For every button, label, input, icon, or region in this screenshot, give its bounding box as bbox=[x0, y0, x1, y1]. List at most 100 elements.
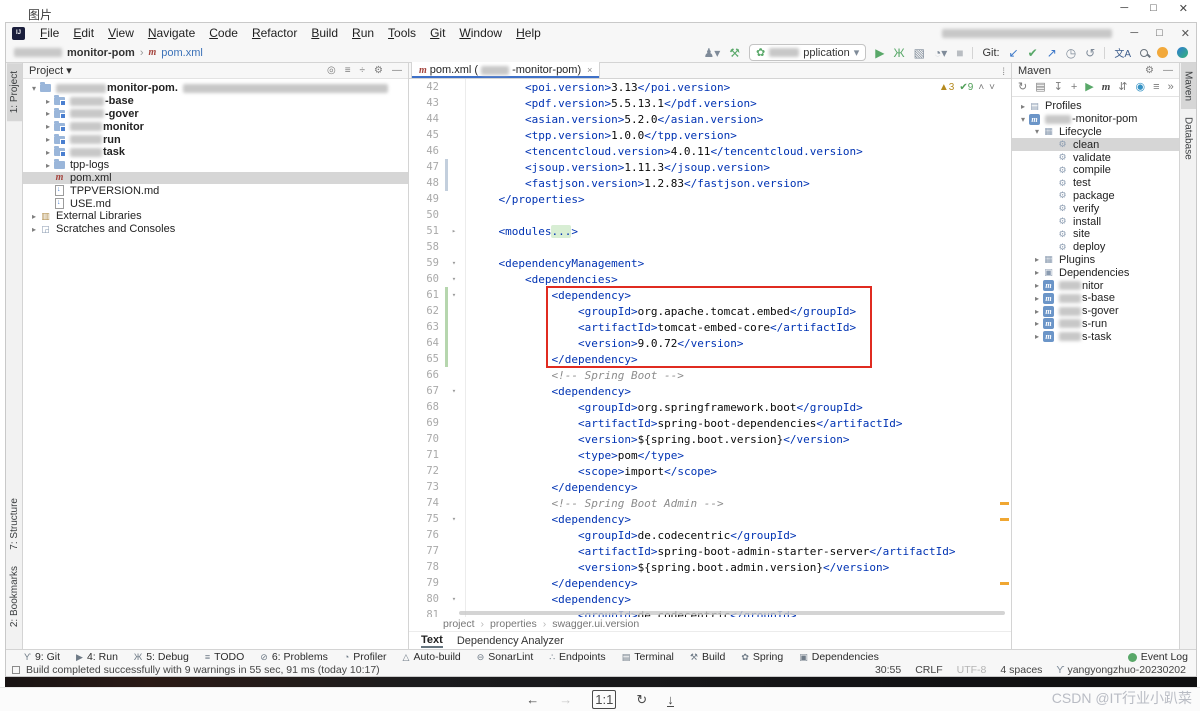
maven-tree-item-s-run[interactable]: ▸ms-run bbox=[1012, 318, 1179, 331]
tool-button-9-git[interactable]: ϒ9: Git bbox=[24, 651, 60, 663]
chevron-right-icon[interactable]: ▸ bbox=[43, 109, 53, 118]
project-tree-item-scratches-and-consoles[interactable]: ▸◲Scratches and Consoles bbox=[23, 223, 408, 236]
maven-tree-item-profiles[interactable]: ▸▤Profiles bbox=[1012, 100, 1179, 113]
fold-marker-icon[interactable]: ▸ bbox=[448, 227, 460, 235]
code-line-63[interactable]: 63 <artifactId>tomcat-embed-core</artifa… bbox=[409, 319, 1011, 335]
inspection-widget[interactable]: ▲3 ✔9 ˄ ˅ bbox=[939, 82, 995, 93]
chevron-down-icon[interactable]: ▾ bbox=[29, 84, 39, 93]
translate-icon[interactable]: 文A bbox=[1114, 45, 1131, 60]
code-line-62[interactable]: 62 <groupId>org.apache.tomcat.embed</gro… bbox=[409, 303, 1011, 319]
chevron-right-icon[interactable]: ▸ bbox=[1032, 255, 1042, 264]
chevron-right-icon[interactable]: ▸ bbox=[1032, 268, 1042, 277]
git-push-button[interactable]: ↗ bbox=[1047, 46, 1057, 60]
project-tree-item-monitor-pom-[interactable]: ▾monitor-pom. bbox=[23, 82, 408, 95]
breadcrumb-project[interactable]: monitor-pom bbox=[67, 47, 135, 59]
photos-close-button[interactable]: ✕ bbox=[1179, 2, 1188, 15]
run-button[interactable]: ▶ bbox=[875, 46, 884, 60]
menu-refactor[interactable]: Refactor bbox=[245, 24, 304, 42]
line-ending-indicator[interactable]: CRLF bbox=[915, 664, 942, 676]
run-configuration-select[interactable]: ✿ pplication ▾ bbox=[749, 44, 866, 61]
plugin-orange-icon[interactable] bbox=[1157, 47, 1168, 58]
code-line-60[interactable]: 60▾ <dependencies> bbox=[409, 271, 1011, 287]
chevron-down-icon[interactable]: ▾ bbox=[1032, 127, 1042, 136]
code-line-66[interactable]: 66 <!-- Spring Boot --> bbox=[409, 367, 1011, 383]
maven-tree-item-install[interactable]: ⚙install bbox=[1012, 215, 1179, 228]
tool-tab-database[interactable]: Database bbox=[1181, 109, 1196, 168]
code-line-45[interactable]: 45 <tpp.version>1.0.0</tpp.version> bbox=[409, 127, 1011, 143]
maven-tree-item-compile[interactable]: ⚙compile bbox=[1012, 164, 1179, 177]
horizontal-scrollbar[interactable] bbox=[459, 611, 1005, 615]
tool-tab-maven[interactable]: Maven bbox=[1181, 63, 1196, 109]
photos-back-icon[interactable]: ← bbox=[526, 693, 539, 706]
rotate-icon[interactable]: ↻ bbox=[636, 693, 647, 706]
caret-position[interactable]: 30:55 bbox=[875, 664, 901, 676]
fold-marker-icon[interactable]: ▾ bbox=[448, 291, 460, 299]
plugin-gradient-icon[interactable] bbox=[1177, 47, 1188, 58]
code-line-64[interactable]: 64 <version>9.0.72</version> bbox=[409, 335, 1011, 351]
code-line-67[interactable]: 67▾ <dependency> bbox=[409, 383, 1011, 399]
tool-button-dependencies[interactable]: ▣Dependencies bbox=[799, 651, 879, 663]
editor-breadcrumb-swagger-ui-version[interactable]: swagger.ui.version bbox=[552, 618, 639, 630]
git-branch-indicator[interactable]: ϒ yangyongzhuo-20230202 bbox=[1056, 664, 1186, 676]
project-header-icon-2[interactable]: ÷ bbox=[360, 65, 366, 76]
breadcrumb-file[interactable]: pom.xml bbox=[161, 47, 203, 59]
menu-build[interactable]: Build bbox=[304, 24, 345, 42]
tool-button-todo[interactable]: ≡TODO bbox=[205, 651, 244, 663]
maven-tree-item-lifecycle[interactable]: ▾▦Lifecycle bbox=[1012, 126, 1179, 139]
maven-tree-item-plugins[interactable]: ▸▦Plugins bbox=[1012, 254, 1179, 267]
project-tree-item-use-md[interactable]: USE.md bbox=[23, 197, 408, 210]
code-line-73[interactable]: 73 </dependency> bbox=[409, 479, 1011, 495]
editor-view-tab-dependency-analyzer[interactable]: Dependency Analyzer bbox=[457, 635, 564, 647]
code-line-65[interactable]: 65 </dependency> bbox=[409, 351, 1011, 367]
project-tree-item-pom-xml[interactable]: mpom.xml bbox=[23, 172, 408, 185]
fold-marker-icon[interactable]: ▾ bbox=[448, 595, 460, 603]
menu-tools[interactable]: Tools bbox=[381, 24, 423, 42]
maven-toolbar-icon-1[interactable]: ▤ bbox=[1035, 82, 1045, 93]
code-line-49[interactable]: 49 </properties> bbox=[409, 191, 1011, 207]
chevron-right-icon[interactable]: ▸ bbox=[29, 225, 39, 234]
project-tree-item-external-libraries[interactable]: ▸▥External Libraries bbox=[23, 210, 408, 223]
code-line-42[interactable]: 42 <poi.version>3.13</poi.version> bbox=[409, 79, 1011, 95]
indent-indicator[interactable]: 4 spaces bbox=[1000, 664, 1042, 676]
maven-tree-item-clean[interactable]: ⚙clean bbox=[1012, 138, 1179, 151]
tool-button-build[interactable]: ⚒Build bbox=[690, 651, 725, 663]
photos-minimize-button[interactable]: ─ bbox=[1120, 2, 1128, 15]
maven-tree-item-validate[interactable]: ⚙validate bbox=[1012, 151, 1179, 164]
project-header-icon-4[interactable]: — bbox=[392, 65, 402, 76]
save-download-icon[interactable]: ↓ bbox=[667, 693, 674, 707]
chevron-right-icon[interactable]: ▸ bbox=[43, 148, 53, 157]
maven-toolbar-icon-5[interactable]: m bbox=[1102, 82, 1111, 93]
search-everywhere-icon[interactable] bbox=[1140, 49, 1148, 57]
build-status-message[interactable]: Build completed successfully with 9 warn… bbox=[26, 664, 380, 676]
maven-toolbar-icon-4[interactable]: ▶ bbox=[1085, 82, 1093, 93]
code-line-43[interactable]: 43 <pdf.version>5.5.13.1</pdf.version> bbox=[409, 95, 1011, 111]
chevron-right-icon[interactable]: ▸ bbox=[43, 122, 53, 131]
tool-button-profiler[interactable]: ◔Profiler bbox=[344, 651, 387, 663]
code-line-72[interactable]: 72 <scope>import</scope> bbox=[409, 463, 1011, 479]
project-tree-item--base[interactable]: ▸-base bbox=[23, 95, 408, 108]
maven-tree-item-dependencies[interactable]: ▸▣Dependencies bbox=[1012, 266, 1179, 279]
code-line-69[interactable]: 69 <artifactId>spring-boot-dependencies<… bbox=[409, 415, 1011, 431]
maven-tree-item-site[interactable]: ⚙site bbox=[1012, 228, 1179, 241]
chevron-right-icon[interactable]: ▸ bbox=[1032, 319, 1042, 328]
code-line-61[interactable]: 61▾ <dependency> bbox=[409, 287, 1011, 303]
photos-maximize-button[interactable]: □ bbox=[1150, 2, 1157, 15]
code-line-50[interactable]: 50 bbox=[409, 207, 1011, 223]
project-tree-item--gover[interactable]: ▸-gover bbox=[23, 108, 408, 121]
tool-button-event-log[interactable]: Event Log bbox=[1141, 651, 1188, 663]
ide-minimize-button[interactable]: ─ bbox=[1130, 27, 1138, 39]
maven-toolbar-icon-0[interactable]: ↻ bbox=[1018, 82, 1027, 93]
project-tree-item-monitor[interactable]: ▸monitor bbox=[23, 120, 408, 133]
prev-problem-icon[interactable]: ˄ bbox=[978, 82, 984, 93]
menu-help[interactable]: Help bbox=[509, 24, 548, 42]
history-icon[interactable]: ◷ bbox=[1066, 46, 1076, 60]
code-line-47[interactable]: 47 <jsoup.version>1.11.3</jsoup.version> bbox=[409, 159, 1011, 175]
maven-toolbar-icon-9[interactable]: » bbox=[1168, 82, 1174, 93]
project-tree-item-tppversion-md[interactable]: TPPVERSION.md bbox=[23, 184, 408, 197]
actual-size-icon[interactable]: 1:1 bbox=[592, 690, 616, 709]
code-line-46[interactable]: 46 <tencentcloud.version>4.0.11</tencent… bbox=[409, 143, 1011, 159]
menu-edit[interactable]: Edit bbox=[66, 24, 101, 42]
menu-window[interactable]: Window bbox=[452, 24, 509, 42]
code-editor[interactable]: 42 <poi.version>3.13</poi.version>43 <pd… bbox=[409, 79, 1011, 617]
chevron-right-icon[interactable]: ▸ bbox=[1018, 102, 1028, 111]
